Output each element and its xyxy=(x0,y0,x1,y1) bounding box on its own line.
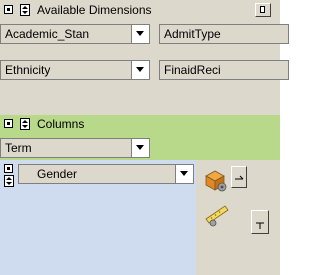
row-dropdown-gender[interactable]: Gender xyxy=(18,164,194,184)
ruler-icon[interactable] xyxy=(203,203,231,227)
scroll-left-button[interactable] xyxy=(255,3,271,17)
pivot-button[interactable] xyxy=(251,210,269,234)
pivot-icon xyxy=(256,222,264,229)
column-dropdown-term[interactable]: Term xyxy=(0,138,150,158)
column-label: Term xyxy=(5,141,32,155)
rows-panel: Gender xyxy=(0,160,280,275)
dimension-label: Academic_Stan xyxy=(5,27,90,41)
remove-button[interactable] xyxy=(231,166,247,188)
dimension-dropdown-ethnicity[interactable]: Ethnicity xyxy=(0,60,150,80)
available-dimensions-title: Available Dimensions xyxy=(37,3,152,17)
panel-toggle-icon[interactable] xyxy=(4,164,13,173)
chevron-down-icon[interactable] xyxy=(175,165,193,183)
chevron-down-icon[interactable] xyxy=(131,25,149,43)
reorder-spinner-icon[interactable] xyxy=(4,175,14,187)
panel-toggle-icon[interactable] xyxy=(4,5,13,14)
dimension-dropdown-finaidreci[interactable]: FinaidReci xyxy=(159,60,289,80)
scroll-left-icon xyxy=(260,6,265,13)
dimension-dropdown-academic-stan[interactable]: Academic_Stan xyxy=(0,24,150,44)
dimension-label: Ethnicity xyxy=(5,63,51,77)
available-dimensions-panel: Available Dimensions Academic_Stan Admit… xyxy=(0,0,289,115)
minus-icon xyxy=(235,175,244,180)
chevron-down-icon[interactable] xyxy=(131,139,149,157)
dimension-label: AdmitType xyxy=(164,27,221,41)
row-label: Gender xyxy=(37,167,78,181)
dimension-dropdown-admittype[interactable]: AdmitType xyxy=(159,24,289,44)
chevron-down-icon[interactable] xyxy=(131,61,149,79)
panel-toggle-icon[interactable] xyxy=(4,119,13,128)
columns-title: Columns xyxy=(37,117,85,131)
cube-icon[interactable] xyxy=(203,168,229,192)
reorder-spinner-icon[interactable] xyxy=(20,4,30,16)
reorder-spinner-icon[interactable] xyxy=(20,118,30,130)
dimension-label: FinaidReci xyxy=(164,63,221,77)
